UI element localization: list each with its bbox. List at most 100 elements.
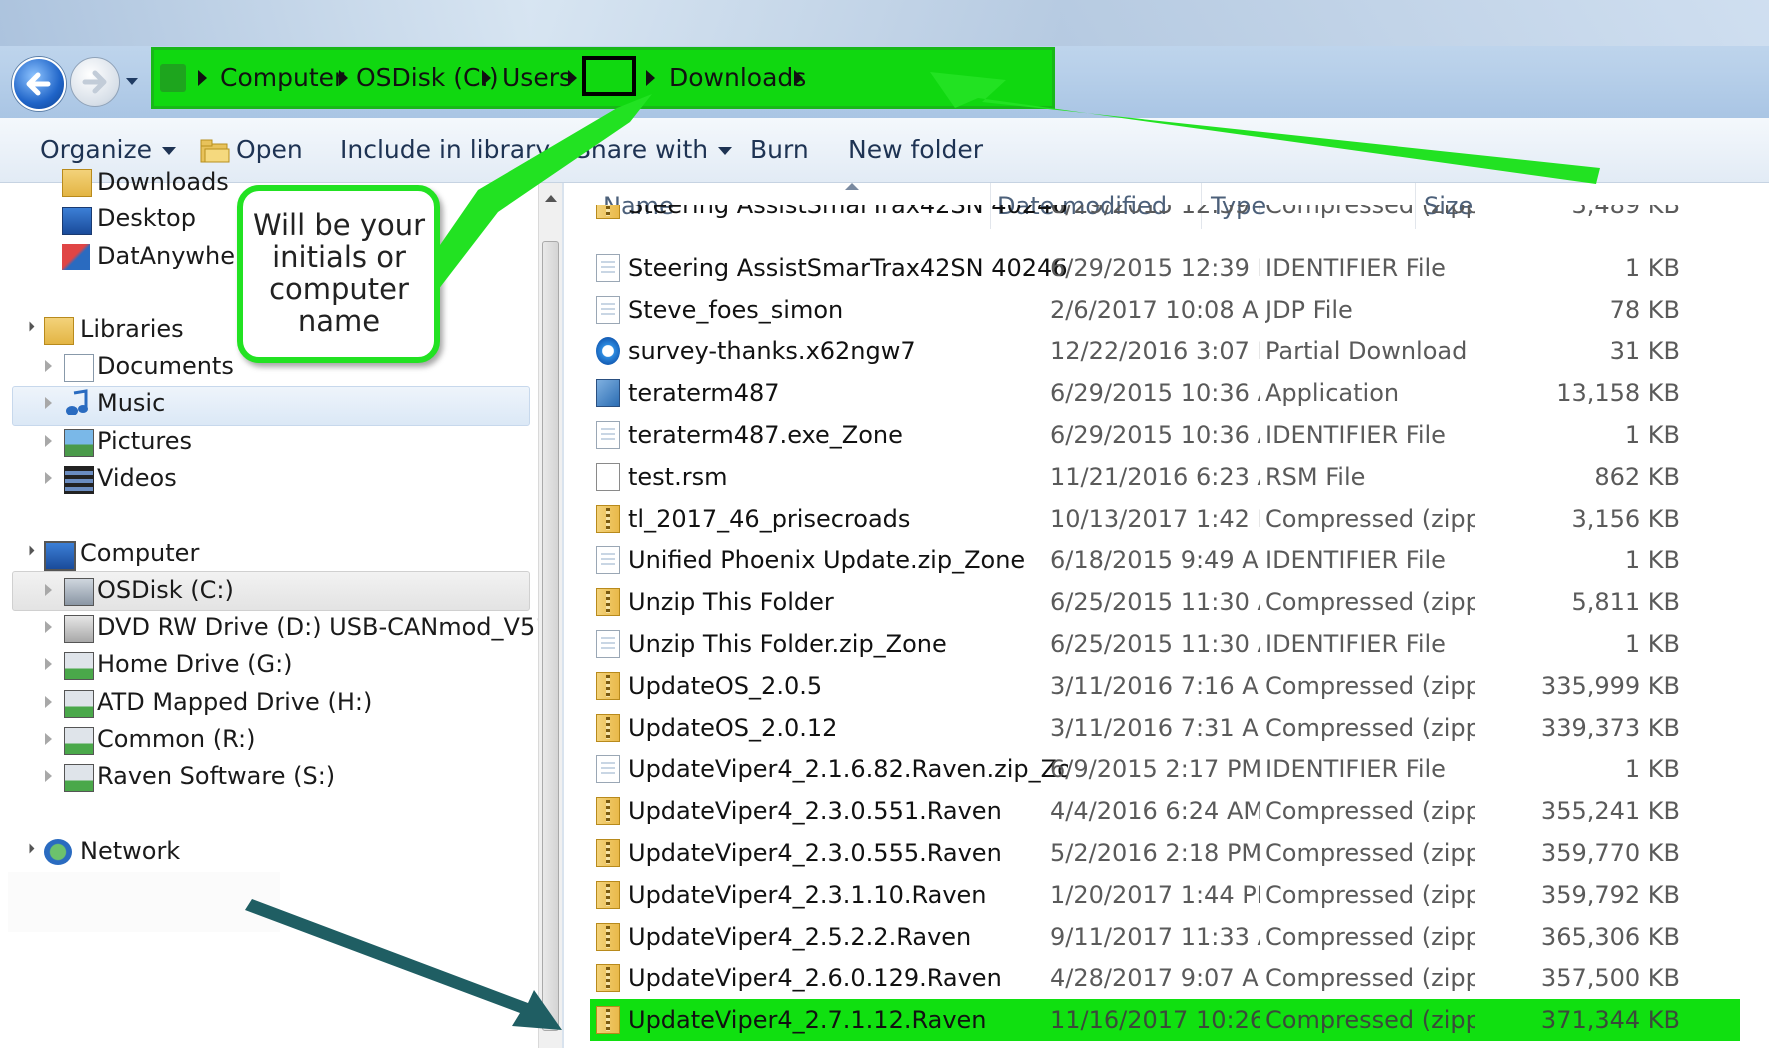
nav-item-downloads[interactable]: Downloads	[97, 163, 229, 201]
nav-item-common[interactable]: Common (R:)	[97, 720, 255, 758]
breadcrumb-separator-icon[interactable]	[794, 70, 803, 86]
file-type: IDENTIFIER File	[1265, 253, 1446, 282]
nav-item-network[interactable]: Network	[80, 832, 180, 870]
expand-open-icon[interactable]	[24, 545, 35, 556]
nav-item-music[interactable]: Music	[97, 384, 165, 422]
file-date: 11/16/2017 10:26 ...	[1050, 1006, 1260, 1035]
file-type: RSM File	[1265, 462, 1366, 491]
file-row[interactable]: UpdateViper4_2.3.0.555.Raven 5/2/2016 2:1…	[590, 832, 1740, 874]
blurred-title-area	[0, 0, 1769, 46]
datanywhere-icon	[62, 244, 90, 270]
file-row[interactable]: UpdateOS_2.0.12 3/11/2016 7:31 AM Compress…	[590, 707, 1740, 749]
file-row[interactable]: UpdateViper4_2.3.0.551.Raven 4/4/2016 6:2…	[590, 790, 1740, 832]
forward-arrow-icon	[82, 70, 107, 94]
new-folder-button[interactable]: New folder	[848, 118, 983, 182]
file-type: Compressed (zipp...	[1265, 839, 1475, 867]
file-row[interactable]: tl_2017_46_prisecroads 10/13/2017 1:42 PM…	[590, 498, 1740, 540]
nav-item-raven-software[interactable]: Raven Software (S:)	[97, 757, 335, 795]
history-dropdown-icon[interactable]	[125, 74, 139, 88]
burn-button[interactable]: Burn	[750, 118, 809, 182]
pane-divider[interactable]	[562, 183, 564, 1048]
file-row[interactable]: Steve_foes_simon 2/6/2017 10:08 AM JDP Fil…	[590, 289, 1740, 331]
identifier-file-icon	[596, 421, 620, 449]
nav-item-dvd-drive[interactable]: DVD RW Drive (D:) USB-CANmod_V513	[97, 608, 566, 646]
expand-closed-icon[interactable]	[45, 360, 52, 372]
expand-closed-icon[interactable]	[45, 584, 52, 596]
nav-item-datanywhere[interactable]: DatAnywhere	[97, 237, 259, 275]
file-row[interactable]: UpdateViper4_2.5.2.2.Raven 9/11/2017 11:3…	[590, 916, 1740, 958]
expand-closed-icon[interactable]	[45, 435, 52, 447]
file-row[interactable]: test.rsm 11/21/2016 6:23 AMRSM File 862 KB	[590, 456, 1740, 498]
identifier-file-icon	[596, 253, 620, 282]
expand-open-icon[interactable]	[24, 321, 35, 332]
expand-closed-icon[interactable]	[45, 696, 52, 708]
file-row[interactable]: Unzip This Folder 6/25/2015 11:30 AMCompr…	[590, 581, 1740, 623]
back-button[interactable]	[12, 57, 66, 111]
scroll-up-icon[interactable]	[545, 195, 557, 202]
file-row[interactable]: teraterm487.exe_Zone 6/29/2015 10:36 AMID…	[590, 414, 1740, 456]
file-name: UpdateOS_2.0.5	[628, 671, 823, 700]
file-date: 6/25/2015 11:30 AM	[1050, 588, 1260, 617]
share-with-button[interactable]: Share with	[575, 118, 733, 182]
file-row[interactable]: survey-thanks.x62ngw7 12/22/2016 3:07 PMP…	[590, 330, 1740, 372]
breadcrumb-downloads[interactable]: Downloads	[669, 50, 806, 106]
nav-item-computer[interactable]: Computer	[80, 534, 199, 572]
address-bar[interactable]: Computer OSDisk (C:) Users Downloads	[151, 47, 1055, 109]
file-type: Compressed (zipp...	[1265, 1006, 1475, 1035]
file-row[interactable]: Unzip This Folder.zip_Zone 6/25/2015 11:3…	[590, 623, 1740, 665]
file-type: Compressed (zipp...	[1265, 205, 1475, 219]
nav-item-libraries[interactable]: Libraries	[80, 310, 184, 348]
breadcrumb-osdisk[interactable]: OSDisk (C:)	[356, 50, 499, 106]
file-row[interactable]: Unified Phoenix Update.zip_Zone 6/18/2015…	[590, 539, 1740, 581]
file-size: 1 KB	[1624, 755, 1680, 784]
file-row[interactable]: teraterm487 6/29/2015 10:36 AMApplication…	[590, 372, 1740, 414]
file-name: Steering AssistSmarTrax42SN 40246 and c.…	[628, 253, 1068, 282]
file-size: 339,373 KB	[1540, 713, 1680, 742]
file-row[interactable]: Steering AssistSmarTrax42SN 40246 and c.…	[590, 247, 1740, 289]
include-in-library-button[interactable]: Include in library	[340, 118, 575, 182]
file-size: 371,344 KB	[1540, 1006, 1680, 1035]
nav-pane-scrollbar[interactable]	[538, 183, 563, 1048]
file-size: 335,999 KB	[1540, 671, 1680, 700]
expand-closed-icon[interactable]	[45, 397, 52, 409]
file-size: 3,156 KB	[1571, 504, 1680, 533]
nav-item-atd-mapped-drive[interactable]: ATD Mapped Drive (H:)	[97, 683, 372, 721]
file-name: Unified Phoenix Update.zip_Zone	[628, 546, 1026, 575]
nav-item-documents[interactable]: Documents	[97, 347, 234, 385]
videos-icon	[64, 466, 94, 494]
file-row[interactable]: UpdateViper4_2.1.6.82.Raven.zip_Zone 6/9/…	[590, 748, 1740, 790]
file-size: 355,241 KB	[1540, 797, 1680, 826]
file-name: tl_2017_46_prisecroads	[628, 504, 911, 533]
nav-item-osdisk[interactable]: OSDisk (C:)	[97, 571, 234, 609]
file-row[interactable]: UpdateViper4_2.6.0.129.Raven 4/28/2017 9:…	[590, 957, 1740, 999]
nav-item-desktop[interactable]: Desktop	[97, 199, 196, 237]
scrollbar-thumb[interactable]	[542, 241, 559, 1031]
breadcrumb-users[interactable]: Users	[502, 50, 572, 106]
file-size: 1 KB	[1624, 253, 1680, 282]
nav-item-pictures[interactable]: Pictures	[97, 422, 192, 460]
expand-closed-icon[interactable]	[45, 770, 52, 782]
nav-item-home-drive[interactable]: Home Drive (G:)	[97, 645, 293, 683]
file-size: 13,158 KB	[1556, 379, 1680, 408]
file-row-highlighted[interactable]: UpdateViper4_2.7.1.12.Raven 11/16/2017 10…	[590, 999, 1740, 1042]
file-name: Unzip This Folder	[628, 588, 834, 617]
breadcrumb-computer[interactable]: Computer	[220, 50, 344, 106]
expand-open-icon[interactable]	[24, 843, 35, 854]
breadcrumb-username-redacted[interactable]	[582, 56, 636, 96]
file-row[interactable]: Steering AssistSmarTrax42SN 40246 and c.…	[590, 205, 1740, 227]
file-size: 1 KB	[1624, 546, 1680, 575]
expand-closed-icon[interactable]	[45, 621, 52, 633]
file-row[interactable]: UpdateViper4_2.3.1.10.Raven 1/20/2017 1:4…	[590, 874, 1740, 916]
documents-icon	[64, 354, 94, 382]
expand-closed-icon[interactable]	[45, 472, 52, 484]
open-label: Open	[236, 135, 303, 164]
forward-button[interactable]	[70, 57, 120, 107]
expand-closed-icon[interactable]	[45, 733, 52, 745]
file-type: Compressed (zipp...	[1265, 588, 1475, 617]
expand-closed-icon[interactable]	[45, 658, 52, 670]
nav-item-videos[interactable]: Videos	[97, 459, 177, 497]
file-size: 78 KB	[1609, 295, 1680, 324]
file-size: 359,792 KB	[1540, 880, 1680, 909]
file-row[interactable]: UpdateOS_2.0.5 3/11/2016 7:16 AM Compresse…	[590, 665, 1740, 707]
file-size: 1 KB	[1624, 421, 1680, 449]
